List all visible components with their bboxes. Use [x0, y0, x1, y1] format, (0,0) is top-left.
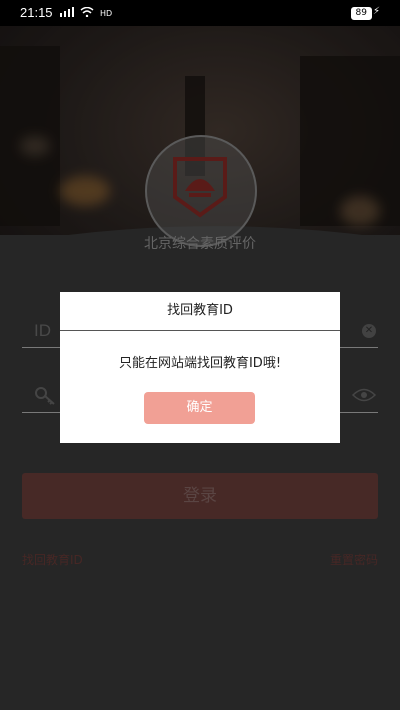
wifi-icon	[80, 7, 94, 17]
status-time: 21:15	[20, 5, 53, 20]
battery-level: 89	[350, 7, 372, 20]
dialog-divider	[60, 330, 340, 331]
confirm-button[interactable]: 确定	[144, 392, 255, 424]
status-bar: 21:15 HD 89 ⚡	[0, 0, 400, 26]
charging-icon: ⚡	[372, 6, 380, 17]
signal-icon	[60, 7, 74, 17]
alert-dialog: 找回教育ID 只能在网站端找回教育ID哦! 确定	[60, 292, 340, 443]
svg-text:HD: HD	[100, 9, 112, 17]
dialog-message: 只能在网站端找回教育ID哦!	[118, 356, 282, 371]
dialog-title: 找回教育ID	[167, 303, 233, 318]
hd-icon: HD	[100, 9, 112, 17]
signal-icons: HD	[60, 7, 112, 17]
